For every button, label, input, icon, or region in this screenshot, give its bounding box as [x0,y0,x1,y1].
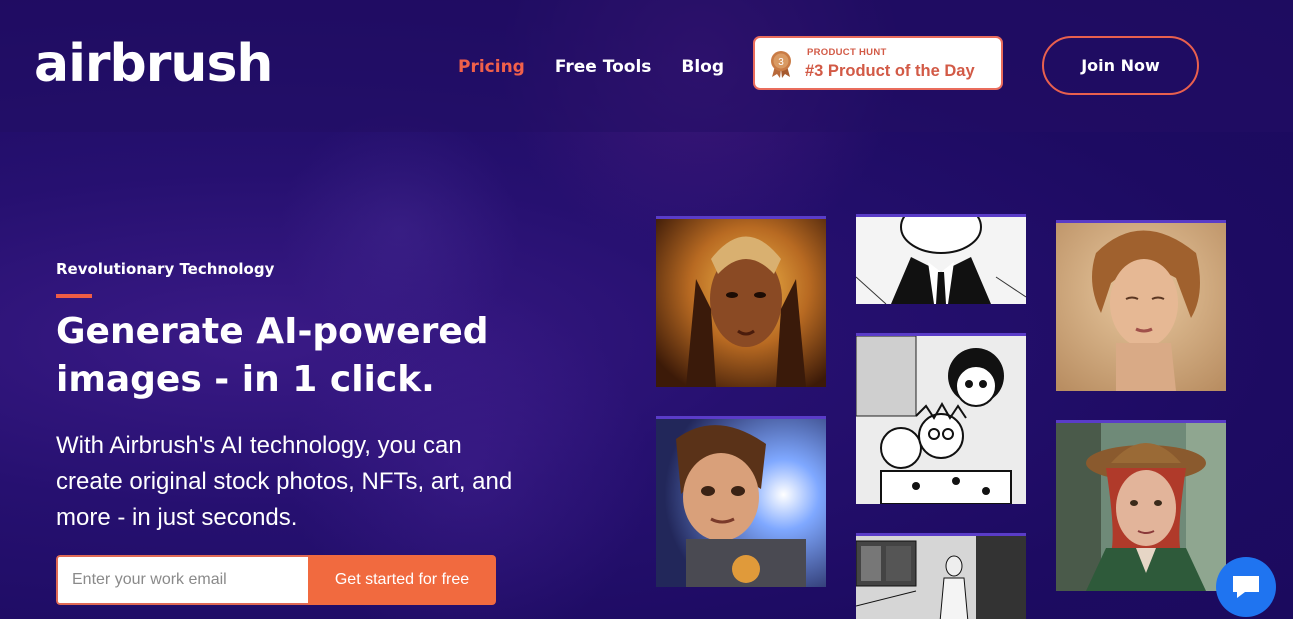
woman-portrait-image [1056,220,1226,391]
logo[interactable]: airbrush [34,38,273,90]
signup-form: Get started for free [56,555,496,605]
chat-icon [1233,576,1259,598]
medal-number: 3 [778,57,784,68]
hero-eyebrow: Revolutionary Technology [56,260,275,278]
site-header: airbrush Pricing Free Tools Blog 3 PRODU… [0,0,1293,132]
comic-kitchen-image [856,533,1026,619]
eyebrow-divider [56,294,92,298]
join-now-button[interactable]: Join Now [1042,36,1199,95]
woman-hat-image [1056,420,1226,591]
nav-free-tools[interactable]: Free Tools [555,57,652,77]
medal-icon: 3 [771,51,791,78]
get-started-button[interactable]: Get started for free [308,555,496,605]
email-input[interactable] [56,555,308,605]
hero-subtext: With Airbrush's AI technology, you can c… [56,432,513,531]
product-hunt-label: PRODUCT HUNT [807,47,887,58]
main-nav: Pricing Free Tools Blog [458,57,724,77]
chat-button[interactable] [1216,557,1276,617]
nav-pricing[interactable]: Pricing [458,57,525,77]
comic-family-image [856,333,1026,504]
product-hunt-badge[interactable]: 3 PRODUCT HUNT #3 Product of the Day [753,36,1003,90]
product-hunt-rank: #3 Product of the Day [805,62,975,80]
warrior-woman-image [656,216,826,387]
cartoon-girl-image [656,416,826,587]
comic-man-suit-image [856,214,1026,304]
hero-headline: Generate AI-powered images - in 1 click. [56,311,489,400]
nav-blog[interactable]: Blog [681,57,724,77]
